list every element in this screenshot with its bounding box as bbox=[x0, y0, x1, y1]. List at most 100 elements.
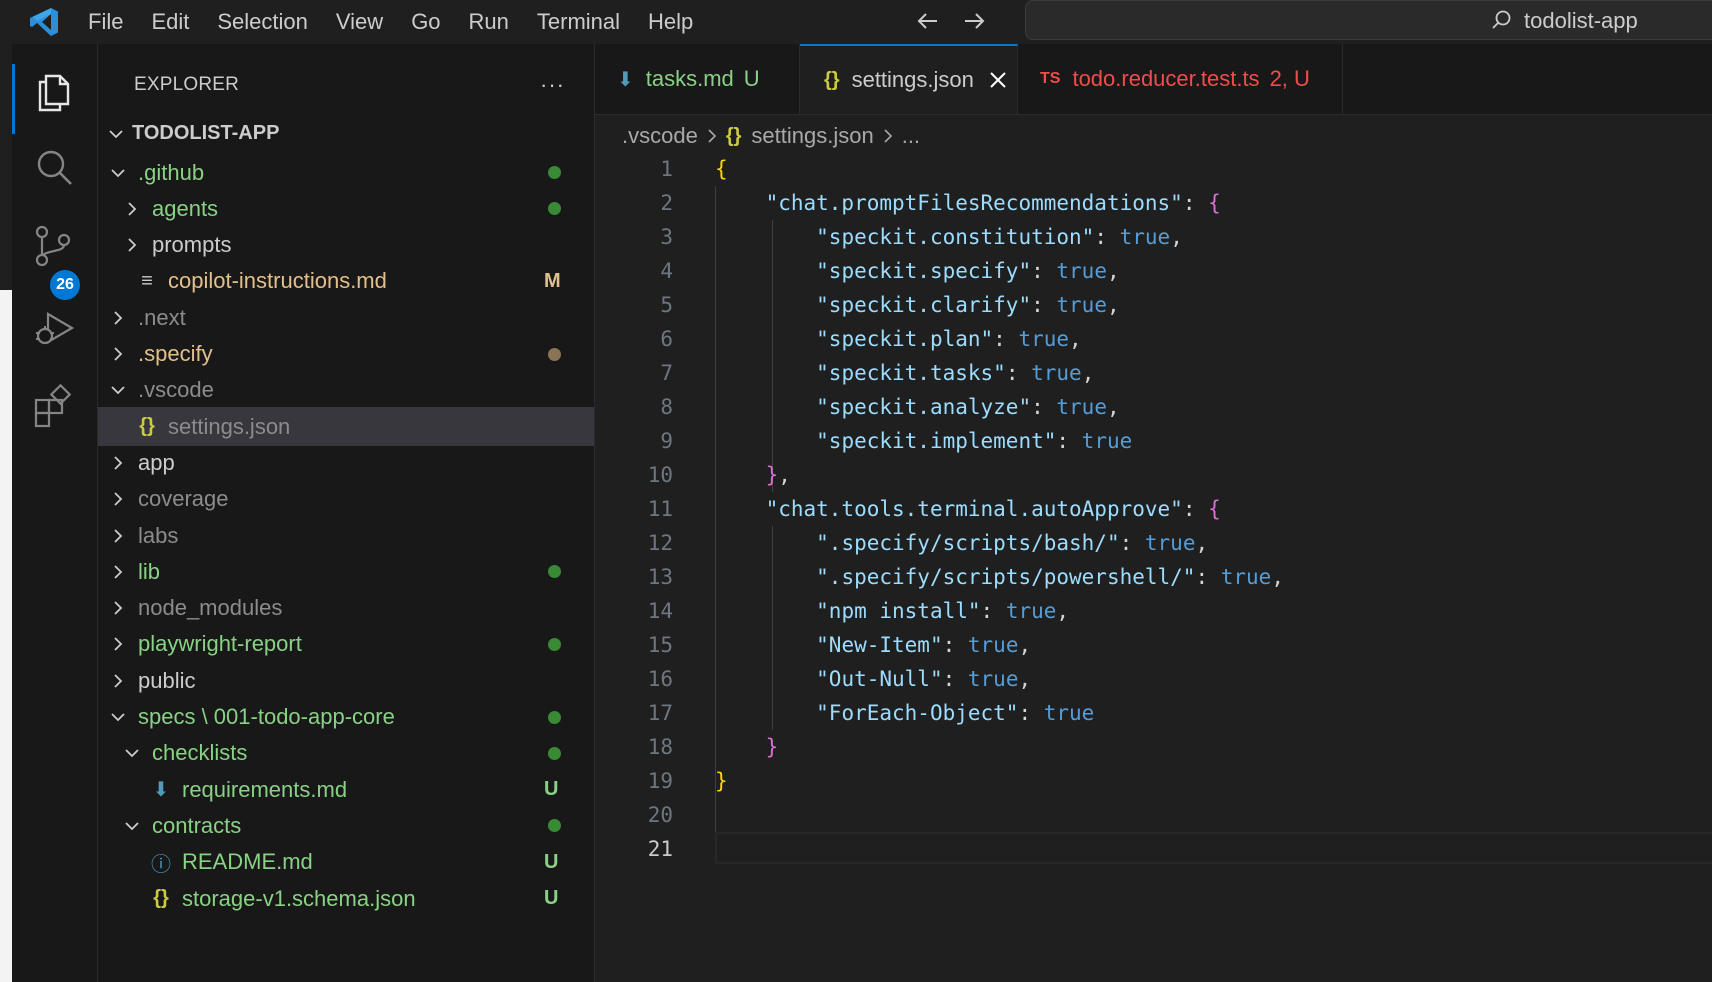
menu-terminal[interactable]: Terminal bbox=[537, 9, 620, 35]
tree-item[interactable]: specs \ 001-todo-app-core bbox=[98, 698, 594, 737]
code-line: "speckit.clarify": true, bbox=[816, 293, 1120, 317]
tree-item[interactable]: {} settings.json bbox=[98, 407, 594, 447]
vscode-logo-icon[interactable] bbox=[28, 6, 60, 38]
json-braces-icon: {} bbox=[153, 887, 169, 909]
code-line: ".specify/scripts/bash/": true, bbox=[816, 531, 1209, 555]
chevron-down-icon bbox=[125, 822, 139, 831]
git-status-dot bbox=[548, 166, 561, 179]
background-window-strip bbox=[0, 0, 12, 982]
menu-selection[interactable]: Selection bbox=[217, 9, 308, 35]
tree-item[interactable]: lib bbox=[98, 552, 594, 591]
extensions-icon[interactable] bbox=[32, 384, 76, 428]
breadcrumb-file[interactable]: settings.json bbox=[751, 123, 873, 149]
chevron-right-icon bbox=[114, 601, 123, 615]
chevron-right-icon bbox=[114, 565, 123, 579]
tree-item-label: labs bbox=[138, 522, 179, 548]
tree-item[interactable]: {} storage-v1.schema.json U bbox=[98, 879, 594, 918]
menu-bar: File Edit Selection View Go Run Terminal… bbox=[88, 0, 721, 44]
menu-help[interactable]: Help bbox=[648, 9, 693, 35]
tree-item-label: .specify bbox=[138, 341, 213, 366]
code-line: "ForEach-Object": true bbox=[816, 701, 1095, 725]
code-line: }, bbox=[765, 463, 791, 487]
tree-item[interactable]: .specify bbox=[98, 335, 594, 374]
chevron-down-icon bbox=[125, 749, 139, 758]
code-line: "speckit.constitution": true, bbox=[816, 225, 1183, 249]
tree-item[interactable]: app bbox=[98, 443, 594, 482]
explorer-root-folder[interactable]: TODOLIST-APP bbox=[98, 114, 594, 153]
tree-item[interactable]: labs bbox=[98, 516, 594, 555]
tree-item[interactable]: public bbox=[98, 661, 594, 700]
tree-item[interactable]: .github bbox=[98, 153, 594, 192]
git-status-dot bbox=[548, 565, 561, 579]
source-control-badge: 26 bbox=[50, 270, 80, 300]
tree-item-label: agents bbox=[152, 195, 219, 221]
activity-bar: 26 bbox=[12, 44, 98, 982]
line-number: 12 bbox=[647, 531, 673, 555]
line-number: 20 bbox=[647, 803, 673, 827]
json-braces-icon: {} bbox=[725, 124, 742, 147]
line-number: 15 bbox=[647, 633, 673, 657]
menu-view[interactable]: View bbox=[336, 9, 383, 35]
code-line: "speckit.tasks": true, bbox=[816, 361, 1095, 385]
forward-arrow-icon[interactable] bbox=[959, 6, 989, 36]
tree-item-label: lib bbox=[138, 558, 161, 584]
breadcrumb-symbol[interactable]: ... bbox=[902, 123, 920, 149]
tree-item[interactable]: agents bbox=[98, 189, 594, 228]
tree-item[interactable]: playwright-report bbox=[98, 625, 594, 664]
tree-item[interactable]: prompts bbox=[98, 226, 594, 265]
search-icon[interactable] bbox=[32, 146, 76, 190]
code-editor[interactable]: 1 2 3 4 5 6 7 8 9 10 11 12 13 14 15 16 17 18 19 20 21 { "cha… bbox=[595, 152, 1712, 982]
chevron-right-icon bbox=[114, 637, 123, 652]
source-control-icon[interactable] bbox=[32, 224, 76, 268]
line-number: 19 bbox=[647, 769, 673, 793]
text-lines-icon: ≡ bbox=[141, 269, 153, 292]
tree-item[interactable]: ⬇ requirements.md U bbox=[98, 770, 594, 809]
menu-edit[interactable]: Edit bbox=[151, 9, 189, 35]
breadcrumb-folder[interactable]: .vscode bbox=[622, 123, 698, 149]
typescript-icon: TS bbox=[1040, 70, 1061, 87]
tab-tasks-md[interactable]: ⬇ tasks.md U bbox=[595, 44, 800, 114]
tree-item[interactable]: .vscode bbox=[98, 371, 594, 410]
close-icon[interactable] bbox=[988, 70, 1008, 90]
line-number: 7 bbox=[660, 361, 673, 385]
tree-item[interactable]: .next bbox=[98, 298, 594, 337]
menu-go[interactable]: Go bbox=[411, 9, 440, 35]
tree-item[interactable]: contracts bbox=[98, 806, 594, 845]
line-number: 9 bbox=[660, 429, 673, 453]
explorer-more-actions[interactable]: ··· bbox=[540, 72, 565, 98]
tree-item-label: contracts bbox=[152, 812, 242, 838]
git-status-letter: U bbox=[544, 778, 559, 801]
tree-item[interactable]: ⓘ README.md U bbox=[98, 843, 594, 882]
tab-todo-reducer-test-ts[interactable]: TS todo.reducer.test.ts 2, U bbox=[1018, 44, 1343, 114]
tree-item[interactable]: coverage bbox=[98, 480, 594, 519]
tree-item-label: copilot-instructions.md bbox=[168, 268, 387, 294]
tree-item[interactable]: checklists bbox=[98, 734, 594, 773]
menu-run[interactable]: Run bbox=[469, 9, 509, 35]
tree-item-label: requirements.md bbox=[182, 776, 348, 802]
code-line: } bbox=[715, 769, 728, 793]
tab-label: todo.reducer.test.ts bbox=[1072, 66, 1260, 91]
markdown-download-icon: ⬇ bbox=[617, 68, 634, 91]
menu-file[interactable]: File bbox=[88, 9, 123, 35]
git-status-dot bbox=[548, 819, 561, 833]
tab-status: 2, U bbox=[1269, 66, 1310, 91]
code-line: ".specify/scripts/powershell/": true, bbox=[816, 565, 1284, 589]
explorer-files-icon[interactable] bbox=[32, 70, 76, 114]
search-text: todolist-app bbox=[1524, 8, 1638, 33]
tree-item-label: app bbox=[138, 449, 175, 475]
code-line: { bbox=[715, 157, 728, 181]
run-debug-icon[interactable] bbox=[32, 306, 76, 350]
chevron-right-icon bbox=[128, 238, 137, 252]
back-arrow-icon[interactable] bbox=[913, 6, 943, 36]
tab-settings-json[interactable]: {} settings.json bbox=[800, 44, 1018, 114]
code-line: "speckit.specify": true, bbox=[816, 259, 1120, 283]
tree-item[interactable]: node_modules bbox=[98, 589, 594, 628]
git-status-dot bbox=[548, 347, 561, 361]
code-line: "speckit.implement": true bbox=[816, 429, 1133, 453]
git-status-dot bbox=[548, 746, 561, 760]
command-center-search[interactable]: todolist-app bbox=[1025, 0, 1712, 40]
code-lines: { "chat.promptFilesRecommendations": { "… bbox=[715, 152, 1284, 866]
chevron-right-icon bbox=[114, 528, 123, 543]
chevron-right-icon bbox=[114, 347, 123, 361]
tree-item[interactable]: ≡ copilot-instructions.md M bbox=[98, 262, 594, 301]
